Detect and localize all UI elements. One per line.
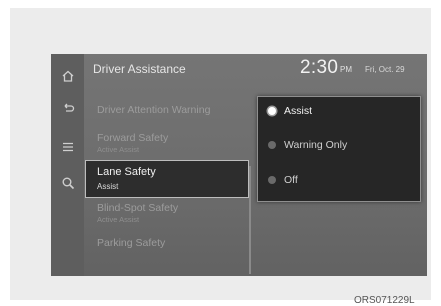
back-icon[interactable] bbox=[59, 100, 76, 117]
menu-item-label: Blind-Spot Safety bbox=[97, 202, 179, 214]
divider bbox=[249, 166, 251, 274]
infotainment-screen: Driver Assistance 2:30 PM Fri, Oct. 29 D… bbox=[51, 54, 427, 276]
image-frame: Driver Assistance 2:30 PM Fri, Oct. 29 D… bbox=[10, 8, 431, 300]
menu-icon[interactable] bbox=[59, 138, 76, 155]
menu-item-label: Parking Safety bbox=[97, 237, 166, 249]
menu-item-sublabel: Assist bbox=[97, 182, 119, 191]
clock-time: 2:30 bbox=[300, 57, 339, 78]
sidebar bbox=[51, 54, 84, 276]
radio-icon bbox=[268, 176, 276, 184]
image-code: ORS071229L bbox=[354, 295, 415, 306]
clock-date: Fri, Oct. 29 bbox=[365, 65, 405, 74]
option-label: Off bbox=[284, 174, 298, 186]
menu-item-label: Forward Safety bbox=[97, 132, 169, 144]
radio-icon bbox=[268, 141, 276, 149]
menu-item-blind-spot-safety[interactable]: Blind-Spot Safety Active Assist bbox=[97, 202, 179, 224]
option-label: Warning Only bbox=[284, 139, 348, 151]
option-label: Assist bbox=[284, 105, 313, 117]
menu-item-label: Driver Attention Warning bbox=[97, 104, 211, 116]
menu-item-lane-safety[interactable]: Lane Safety Assist bbox=[85, 160, 249, 198]
menu-item-parking-safety[interactable]: Parking Safety bbox=[97, 237, 166, 250]
home-icon[interactable] bbox=[59, 67, 76, 84]
page-title: Driver Assistance bbox=[93, 62, 186, 76]
menu-item-sublabel: Active Assist bbox=[97, 144, 140, 154]
search-icon[interactable] bbox=[59, 174, 76, 191]
menu-item-forward-safety[interactable]: Forward Safety Active Assist bbox=[97, 132, 169, 154]
radio-selected-icon bbox=[268, 107, 276, 115]
menu-item-driver-attention-warning[interactable]: Driver Attention Warning bbox=[97, 104, 211, 117]
menu-item-label: Lane Safety bbox=[97, 166, 156, 178]
clock-ampm: PM bbox=[340, 65, 352, 74]
menu-item-sublabel: Active Assist bbox=[97, 214, 140, 224]
options-popup: Assist Warning Only Off bbox=[257, 96, 421, 202]
